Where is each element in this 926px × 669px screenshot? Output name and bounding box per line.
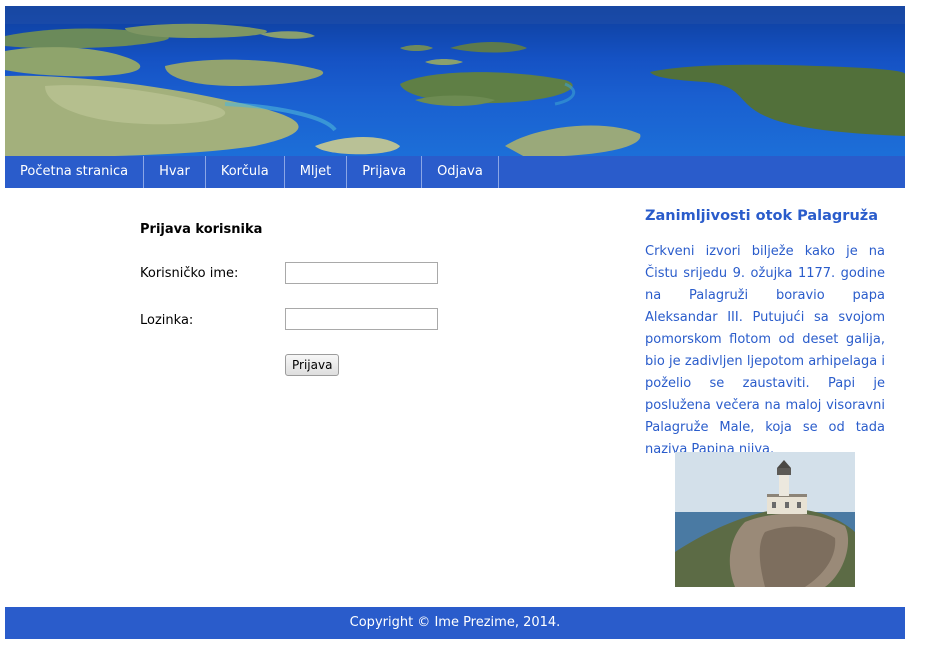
footer: Copyright © Ime Prezime, 2014. xyxy=(5,607,905,639)
nav-item-hvar[interactable]: Hvar xyxy=(144,156,206,188)
nav-item-odjava[interactable]: Odjava xyxy=(422,156,499,188)
copyright-text: Copyright © Ime Prezime, 2014. xyxy=(349,615,561,630)
login-submit-button[interactable]: Prijava xyxy=(285,354,340,376)
lighthouse-photo xyxy=(675,452,855,587)
password-input[interactable] xyxy=(285,308,438,330)
password-label: Lozinka: xyxy=(140,313,194,328)
sidebar-trivia: Zanimljivosti otok Palagruža Crkveni izv… xyxy=(645,208,885,587)
login-title: Prijava korisnika xyxy=(140,222,263,237)
username-input[interactable] xyxy=(285,262,438,284)
nav-item-korcula[interactable]: Korčula xyxy=(206,156,285,188)
main-navigation: Početna stranica Hvar Korčula Mljet Prij… xyxy=(5,156,905,188)
nav-item-prijava[interactable]: Prijava xyxy=(347,156,423,188)
sidebar-text: Crkveni izvori bilježe kako je na Čistu … xyxy=(645,244,885,457)
nav-item-mljet[interactable]: Mljet xyxy=(285,156,348,188)
nav-item-pocetna-stranica[interactable]: Početna stranica xyxy=(5,156,145,188)
sidebar-title: Zanimljivosti otok Palagruža xyxy=(645,208,879,224)
header-banner-image xyxy=(5,6,905,157)
username-label: Korisničko ime: xyxy=(140,266,239,281)
